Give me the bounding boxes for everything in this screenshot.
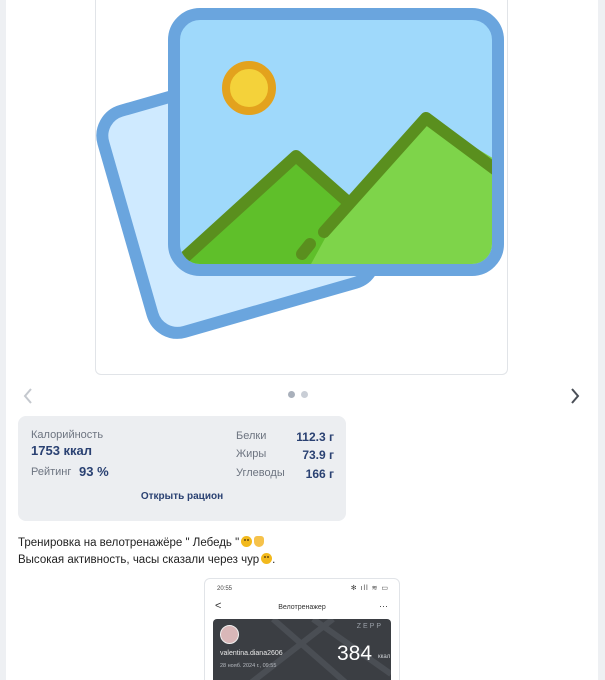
- fat-value: 73.9 г: [302, 448, 334, 462]
- phone-screen-title: Велотренажер: [278, 604, 326, 611]
- feed-post: Калорийность 1753 ккал Рейтинг 93 % Белк…: [6, 0, 598, 680]
- chevron-left-icon: [23, 388, 32, 404]
- carbs-value: 166 г: [305, 467, 334, 481]
- protein-label: Белки: [236, 430, 267, 442]
- thumbs-up-emoji-icon: [254, 536, 265, 547]
- carousel-prev-button[interactable]: [18, 384, 38, 408]
- fat-label: Жиры: [236, 448, 267, 460]
- carousel-dots: [288, 391, 308, 398]
- post-text: Тренировка на велотренажёре " Лебедь " В…: [18, 535, 578, 569]
- phone-more-icon: ···: [379, 601, 388, 611]
- kcal-unit: ккал: [378, 654, 391, 660]
- workout-date: 28 нояб. 2024 г., 09:55: [220, 663, 277, 669]
- chevron-right-icon: [571, 388, 580, 404]
- protein-value: 112.3 г: [296, 430, 334, 444]
- phone-status-icons: ✻ ıll ≋ ▭: [350, 585, 389, 592]
- post-line-1: Тренировка на велотренажёре " Лебедь ": [18, 537, 240, 549]
- open-ration-link[interactable]: Открыть рацион: [18, 491, 346, 502]
- carousel-dot[interactable]: [301, 391, 308, 398]
- workout-screenshot[interactable]: 20:55 ✻ ıll ≋ ▭ < Велотренажер ··· ZEPP …: [204, 578, 400, 680]
- carbs-label: Углеводы: [236, 467, 285, 479]
- post-line: Высокая активность, часы сказали через ч…: [18, 553, 276, 566]
- kcal-value: 384: [337, 642, 373, 665]
- image-placeholder-icon: [96, 8, 504, 339]
- post-image[interactable]: [95, 0, 508, 375]
- calories-value: 1753 ккал: [31, 443, 93, 458]
- brand-logo: ZEPP: [356, 623, 383, 630]
- post-line-2: Высокая активность, часы сказали через ч…: [18, 554, 260, 566]
- rating-label: Рейтинг: [31, 466, 72, 478]
- grinning-emoji-icon: [241, 536, 253, 547]
- username: valentina.diana2606: [220, 650, 283, 657]
- avatar: [220, 625, 239, 644]
- workout-card: ZEPP valentina.diana2606 28 нояб. 2024 г…: [213, 619, 391, 680]
- smiling-emoji-icon: [261, 553, 273, 564]
- calories-label: Калорийность: [31, 429, 104, 441]
- rating-value: 93 %: [79, 464, 109, 479]
- carousel-next-button[interactable]: [565, 384, 585, 408]
- phone-status-time: 20:55: [217, 586, 233, 592]
- carousel-dot[interactable]: [288, 391, 295, 398]
- post-line: Тренировка на велотренажёре " Лебедь ": [18, 535, 578, 552]
- nutrition-summary-card: Калорийность 1753 ккал Рейтинг 93 % Белк…: [18, 416, 346, 521]
